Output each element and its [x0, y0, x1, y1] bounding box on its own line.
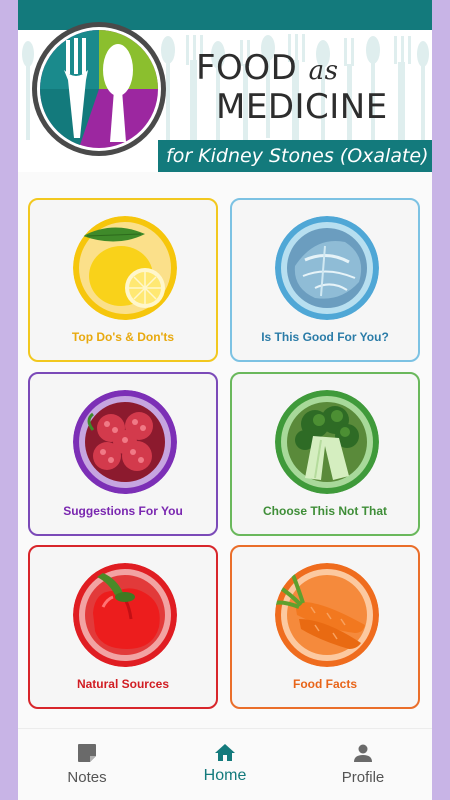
nav-profile-label: Profile: [341, 769, 385, 786]
app-screen: for Kidney Stones (Oxalate) FOOD as MEDI…: [18, 0, 432, 800]
tile-suggestions[interactable]: Suggestions For You: [28, 372, 218, 536]
person-icon: [354, 744, 372, 762]
nav-notes[interactable]: Notes: [18, 729, 156, 800]
nav-home-label: Home: [203, 767, 247, 784]
carrot-icon: [275, 563, 379, 667]
tile-label: Is This Good For You?: [261, 330, 389, 344]
tile-natural-sources[interactable]: Natural Sources: [28, 545, 218, 709]
tile-top-dos-donts[interactable]: Top Do's & Don'ts: [28, 198, 218, 362]
tile-food-facts[interactable]: Food Facts: [230, 545, 420, 709]
tile-is-this-good[interactable]: Is This Good For You?: [230, 198, 420, 362]
broccoli-icon: [275, 390, 379, 494]
raspberry-icon: [73, 390, 177, 494]
nav-home[interactable]: Home: [156, 729, 294, 800]
nav-profile[interactable]: Profile: [294, 729, 432, 800]
home-icon: [215, 744, 235, 761]
note-icon: [78, 744, 96, 762]
app-subtitle: for Kidney Stones (Oxalate): [166, 145, 429, 167]
cabbage-icon: [275, 216, 379, 320]
subtitle-bar: for Kidney Stones (Oxalate): [158, 140, 432, 172]
pepper-icon: [73, 563, 177, 667]
title-medicine: MEDICINE: [216, 87, 388, 127]
title-food: FOOD: [196, 48, 298, 88]
title-as: as: [308, 56, 339, 86]
tile-label: Food Facts: [292, 677, 357, 691]
tile-label: Natural Sources: [76, 677, 170, 691]
tile-label: Suggestions For You: [63, 504, 183, 518]
bottom-navigation: Notes Home Profile: [18, 728, 432, 800]
tile-label: Top Do's & Don'ts: [71, 330, 175, 344]
header-banner: for Kidney Stones (Oxalate) FOOD as MEDI…: [18, 0, 432, 172]
nav-notes-label: Notes: [67, 769, 107, 786]
app-title: FOOD as MEDICINE: [196, 50, 432, 125]
tile-label: Choose This Not That: [263, 504, 387, 518]
fork-spoon-logo-icon: [32, 22, 166, 156]
tile-choose-this-not-that[interactable]: Choose This Not That: [230, 372, 420, 536]
lemon-icon: [73, 216, 177, 320]
